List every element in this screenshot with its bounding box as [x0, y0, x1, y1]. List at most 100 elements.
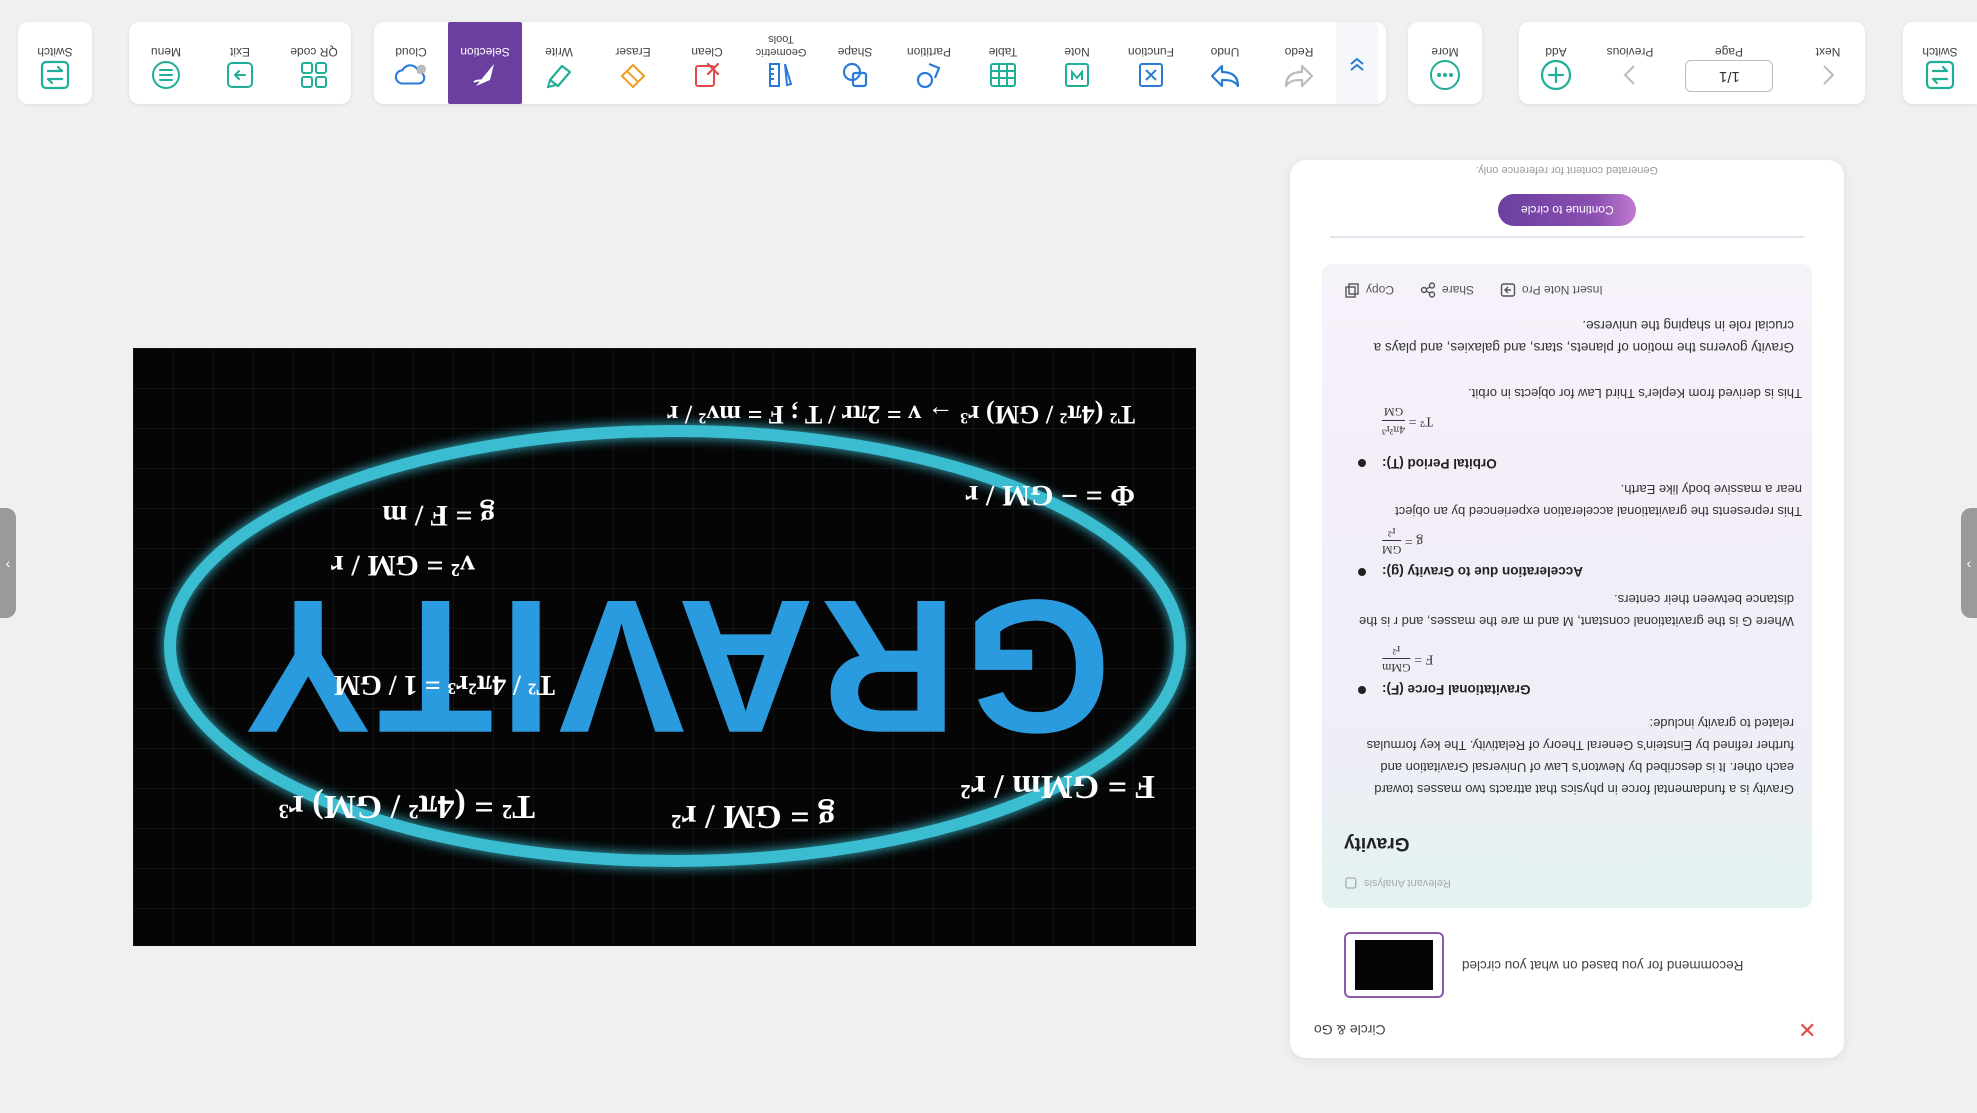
- write-button[interactable]: Write: [522, 22, 596, 104]
- analysis-card: Copy Share Insert Note Pro Gravity gover…: [1322, 264, 1812, 908]
- force-formula: F = GMm r²: [1382, 643, 1434, 675]
- shape-button[interactable]: Shape: [818, 22, 892, 104]
- formula-gm: g = F / m: [382, 499, 495, 532]
- add-label: Add: [1545, 45, 1567, 59]
- nav-group: Menu Exit QR code: [129, 22, 351, 104]
- undo-button[interactable]: Undo: [1188, 22, 1262, 104]
- page-label: Page: [1714, 45, 1744, 59]
- qr-code-button[interactable]: QR code: [277, 22, 351, 104]
- formula-orbit: T² (4π² / GM) r³ → v = 2πr / T ; F = mv²…: [667, 400, 1135, 429]
- page-indicator[interactable]: Page 1/1: [1667, 22, 1791, 104]
- clean-button[interactable]: Clean: [670, 22, 744, 104]
- partition-icon: [912, 58, 946, 92]
- geometric-tools-label: Geometric Tools: [755, 33, 807, 58]
- copy-icon: [1345, 283, 1359, 298]
- disclaimer-text: Generated content for reference only.: [1476, 164, 1659, 176]
- pen-icon: [542, 58, 576, 92]
- chevron-left-icon: ‹: [5, 555, 11, 571]
- continue-circle-button[interactable]: Continue to circle: [1498, 194, 1636, 226]
- cloud-button[interactable]: Cloud: [374, 22, 448, 104]
- force-title: Gravitational Force (F):: [1382, 682, 1531, 697]
- menu-label: Menu: [150, 45, 182, 59]
- shape-label: Shape: [837, 45, 873, 59]
- qr-code-icon: [297, 58, 331, 92]
- selection-icon: [468, 58, 502, 92]
- where-note: Where G is the gravitational constant, M…: [1359, 592, 1794, 629]
- switch-right-button[interactable]: Switch: [1903, 22, 1977, 104]
- switch-icon: [1923, 58, 1957, 92]
- more-button[interactable]: More: [1408, 22, 1482, 104]
- circle-go-title: Circle & Go: [1314, 1022, 1386, 1038]
- switch-left-label: Switch: [37, 45, 73, 59]
- kepler-note: This is derived from Kepler's Third Law …: [1468, 386, 1802, 401]
- chevron-left-icon: ‹: [1966, 555, 1972, 571]
- cloud-icon: [394, 58, 428, 92]
- share-label: Share: [1442, 283, 1475, 297]
- exit-button[interactable]: Exit: [203, 22, 277, 104]
- redo-icon: [1282, 58, 1316, 92]
- formula-v: v² = GM / r: [331, 549, 475, 582]
- qr-code-label: QR code: [290, 45, 338, 59]
- gravity-heading: Gravity: [1344, 833, 1410, 854]
- formula-g: g = GM / r²: [671, 798, 835, 835]
- copy-button[interactable]: Copy: [1344, 282, 1394, 298]
- more-group: More: [1408, 22, 1482, 104]
- page-value: 1/1: [1718, 67, 1740, 85]
- relevant-analysis-label: Relevant Analysis: [1344, 876, 1451, 890]
- circled-thumbnail[interactable]: [1344, 932, 1444, 998]
- function-label: Function: [1127, 45, 1175, 59]
- acceleration-formula: g = GM r²: [1382, 525, 1424, 557]
- card-actions: Copy Share Insert Note Pro: [1344, 282, 1603, 298]
- clean-icon: [690, 58, 724, 92]
- selection-button[interactable]: Selection: [448, 22, 522, 104]
- left-side-tab[interactable]: ‹: [0, 508, 16, 618]
- function-icon: [1134, 58, 1168, 92]
- geometric-tools-button[interactable]: Geometric Tools: [744, 22, 818, 104]
- selection-label: Selection: [460, 45, 510, 59]
- menu-button[interactable]: Menu: [129, 22, 203, 104]
- page-input[interactable]: 1/1: [1685, 60, 1773, 92]
- switch-right-label: Switch: [1922, 45, 1958, 59]
- exit-label: Exit: [230, 45, 251, 59]
- table-label: Table: [988, 45, 1018, 59]
- table-button[interactable]: Table: [966, 22, 1040, 104]
- closing-paragraph: Gravity governs the motion of planets, s…: [1373, 318, 1794, 355]
- more-icon: [1428, 58, 1462, 92]
- switch-left-button[interactable]: Switch: [18, 22, 92, 104]
- divider: [1330, 236, 1804, 238]
- eraser-icon: [616, 58, 650, 92]
- menu-icon: [149, 58, 183, 92]
- bullet-dot: [1358, 686, 1366, 694]
- function-button[interactable]: Function: [1114, 22, 1188, 104]
- eraser-button[interactable]: Eraser: [596, 22, 670, 104]
- formula-t-ratio: T² / 4π²r³ = 1 / GM: [334, 669, 555, 700]
- insert-icon: [1500, 283, 1516, 297]
- board-image[interactable]: GRAVITY F = GMm / r² g = GM / r² T² = (4…: [133, 348, 1196, 946]
- exit-icon: [223, 58, 257, 92]
- right-side-tab[interactable]: ‹: [1961, 508, 1977, 618]
- partition-button[interactable]: Partition: [892, 22, 966, 104]
- formula-phi: Φ = − GM / r: [965, 479, 1135, 512]
- add-page-button[interactable]: Add: [1519, 22, 1593, 104]
- next-page-button[interactable]: Next: [1791, 22, 1865, 104]
- intro-paragraph: Gravity is a fundamental force in physic…: [1366, 716, 1794, 797]
- bullet-dot: [1358, 568, 1366, 576]
- chevron-up-icon: [1340, 48, 1374, 82]
- collapse-toolbar-button[interactable]: [1336, 22, 1378, 104]
- undo-label: Undo: [1210, 45, 1240, 59]
- share-button[interactable]: Share: [1420, 282, 1474, 298]
- close-icon[interactable]: ✕: [1798, 1018, 1816, 1044]
- chevron-right-icon: [1811, 58, 1845, 92]
- previous-page-button[interactable]: Previous: [1593, 22, 1667, 104]
- note-button[interactable]: Note: [1040, 22, 1114, 104]
- bullet-dot: [1358, 459, 1366, 467]
- insert-note-button[interactable]: Insert Note Pro: [1500, 282, 1603, 298]
- clean-label: Clean: [691, 45, 723, 59]
- copy-label: Copy: [1366, 283, 1395, 297]
- redo-label: Redo: [1284, 45, 1314, 59]
- recommend-text: Recommend for you based on what you circ…: [1462, 958, 1744, 973]
- page-group: Add Previous Page 1/1 Next: [1519, 22, 1865, 104]
- more-label: More: [1431, 45, 1459, 59]
- redo-button[interactable]: Redo: [1262, 22, 1336, 104]
- orbital-period-title: Orbital Period (T):: [1382, 456, 1497, 471]
